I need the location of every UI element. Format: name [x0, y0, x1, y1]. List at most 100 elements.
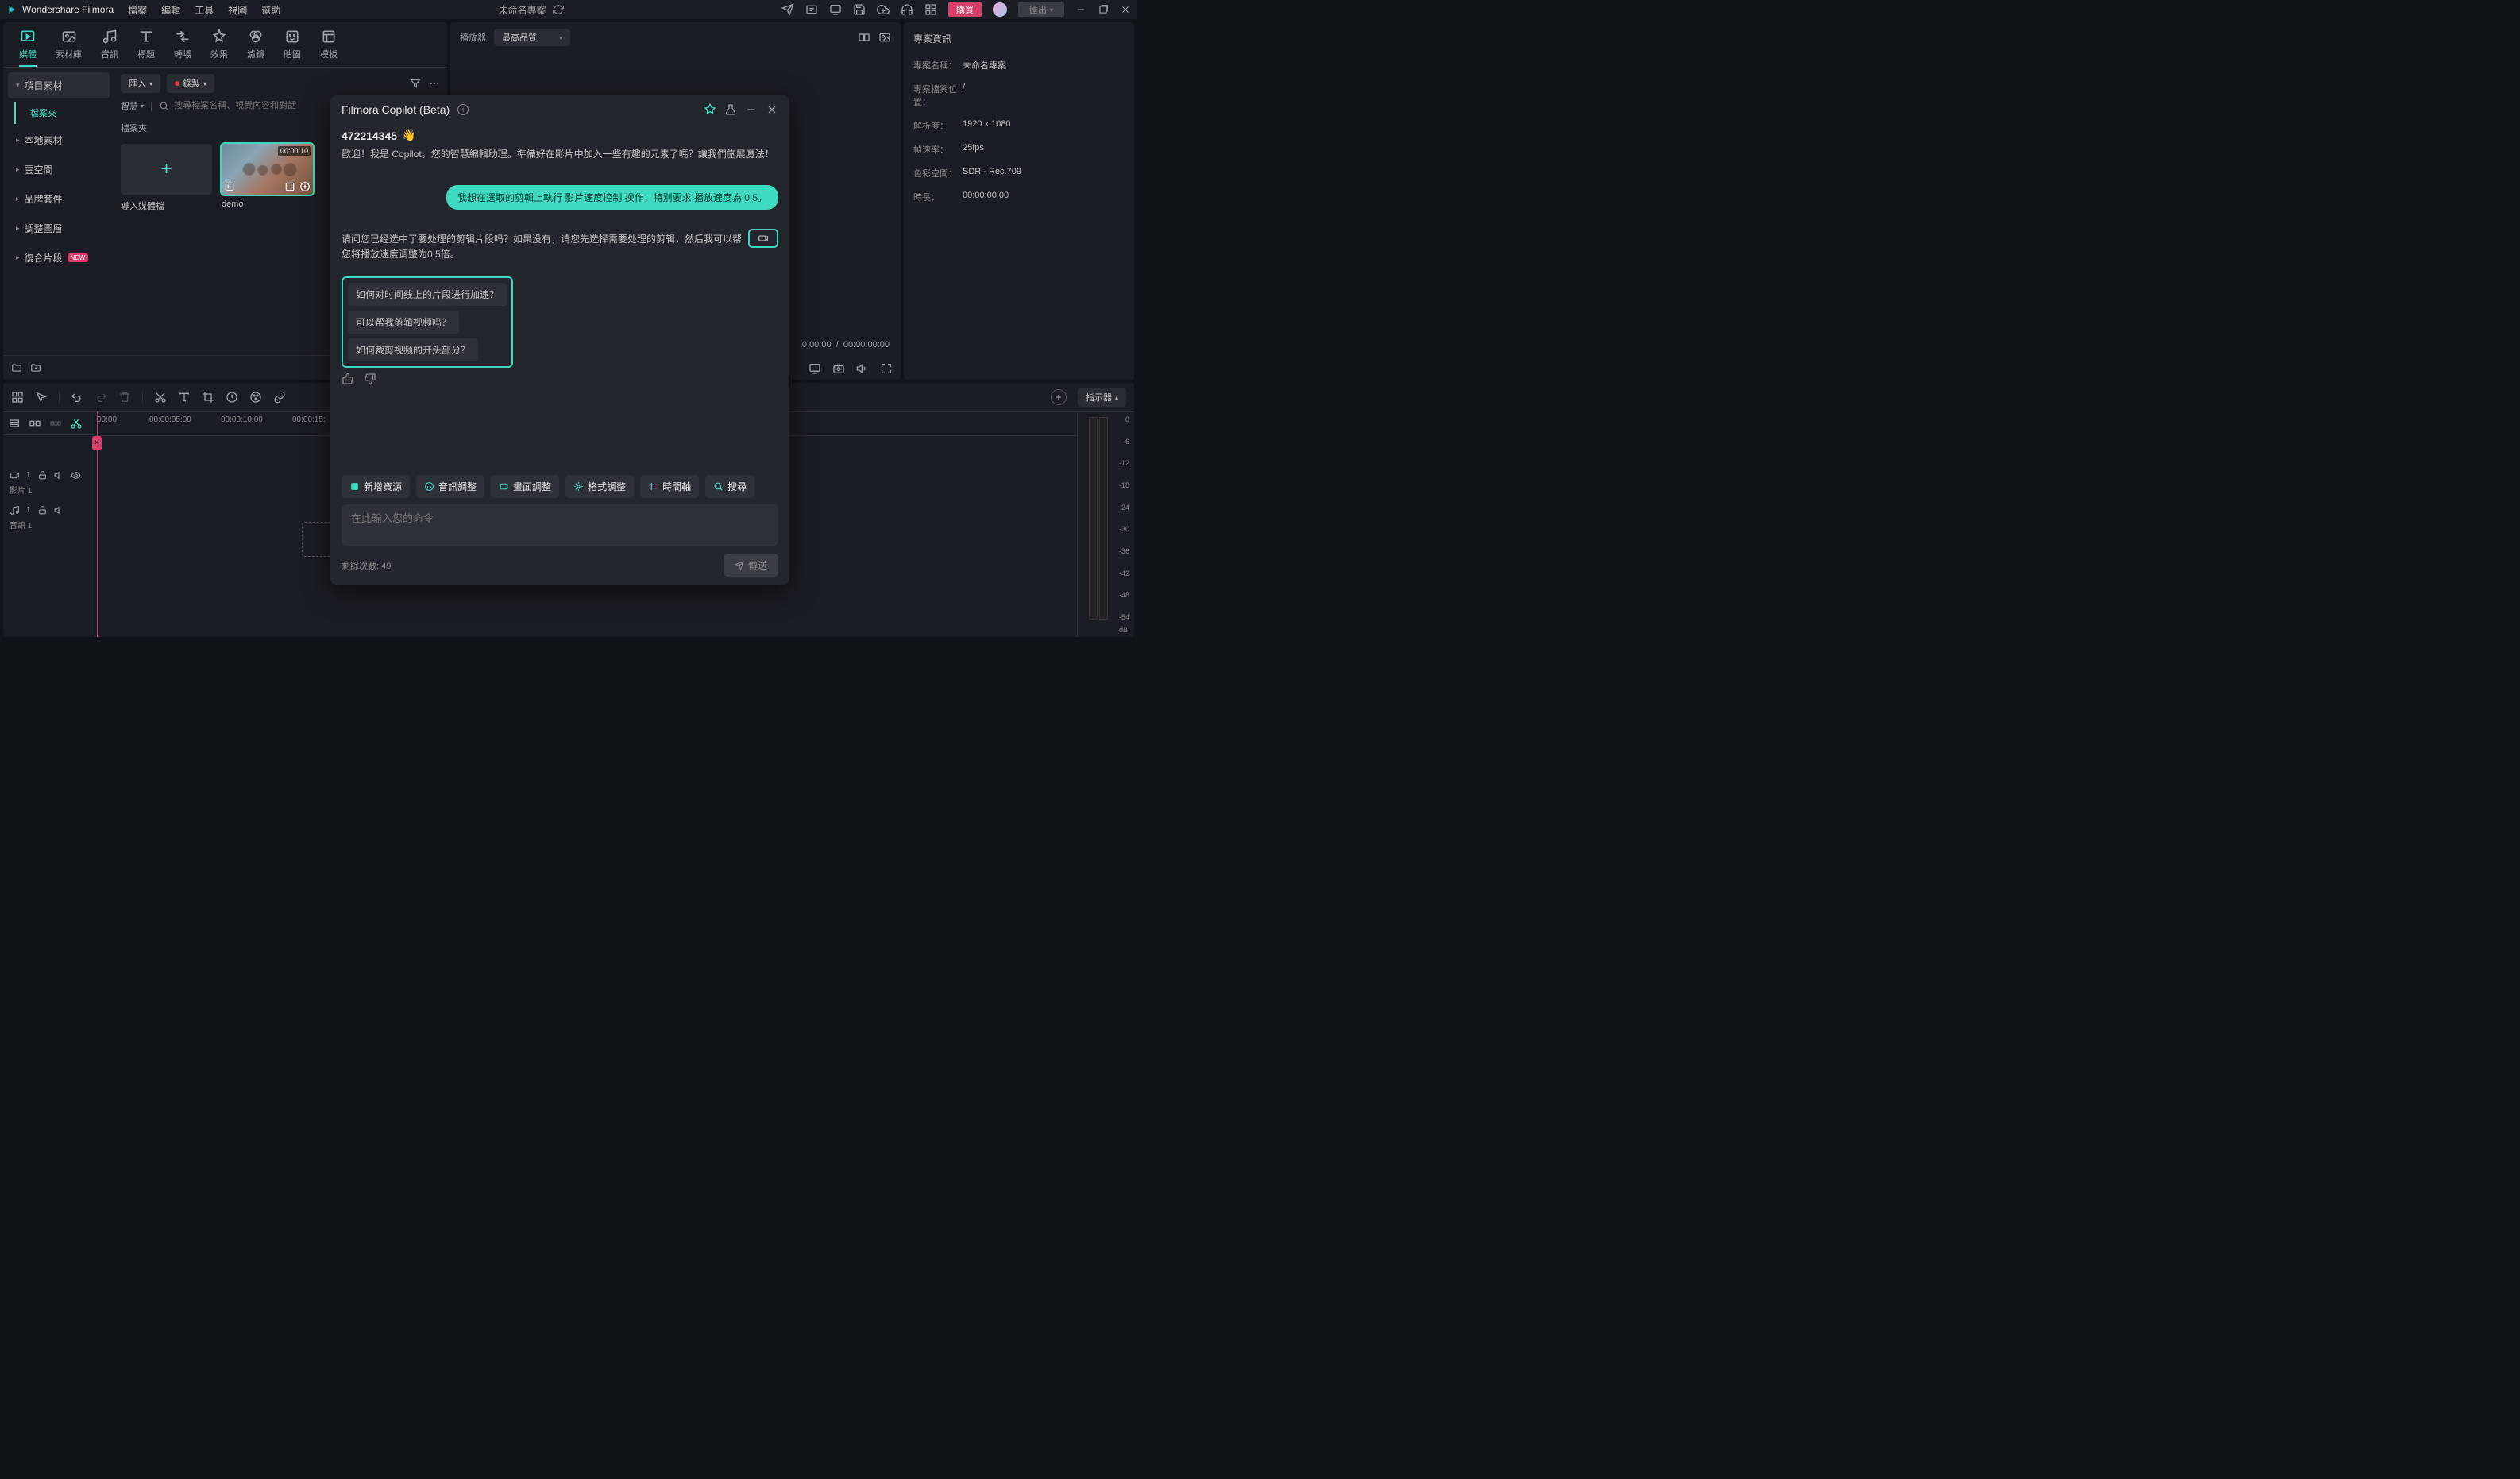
filter-icon[interactable]: [409, 77, 422, 90]
save-icon[interactable]: [853, 3, 866, 16]
sidebar-project-media[interactable]: ▾項目素材: [8, 72, 110, 98]
record-button[interactable]: 錄製▾: [167, 74, 214, 93]
video-track-header: 1 影片 1: [3, 465, 95, 500]
chip-timeline[interactable]: 時間軸: [640, 475, 699, 498]
chip-add-resource[interactable]: 新增資源: [342, 475, 410, 498]
visible-icon[interactable]: [71, 470, 81, 481]
user-avatar[interactable]: [993, 2, 1007, 17]
clip-end-icon[interactable]: [284, 181, 295, 192]
menu-help[interactable]: 幫助: [261, 3, 280, 17]
buy-button[interactable]: 購買: [948, 2, 982, 17]
grid-icon[interactable]: [924, 3, 937, 16]
tab-audio[interactable]: 音訊: [101, 29, 118, 67]
pin-icon[interactable]: [704, 103, 716, 116]
folder-icon[interactable]: [11, 362, 22, 373]
mute-icon[interactable]: [54, 470, 64, 481]
volume-icon[interactable]: [856, 362, 869, 375]
screen-icon[interactable]: [829, 3, 842, 16]
indicator-dropdown[interactable]: 指示器▴: [1078, 388, 1126, 407]
thumbs-up-icon[interactable]: [342, 373, 354, 385]
audio-track-icon[interactable]: [10, 505, 20, 516]
fullscreen-icon[interactable]: [880, 362, 893, 375]
tab-template[interactable]: 模板: [320, 29, 338, 67]
crop-icon[interactable]: [202, 391, 214, 404]
try-action-button[interactable]: [748, 229, 778, 248]
chip-visual[interactable]: 畫面調整: [491, 475, 559, 498]
minimize-icon[interactable]: [1075, 4, 1086, 15]
tab-filter[interactable]: 濾鏡: [247, 29, 264, 67]
lab-icon[interactable]: [724, 103, 737, 116]
copilot-close-icon[interactable]: [766, 103, 778, 116]
undo-icon[interactable]: [71, 391, 83, 404]
chip-search[interactable]: 搜尋: [705, 475, 754, 498]
clip-add-icon[interactable]: [299, 181, 311, 192]
help-icon[interactable]: i: [457, 104, 469, 115]
link-icon[interactable]: [273, 391, 286, 404]
playhead[interactable]: [97, 412, 98, 637]
tab-stock[interactable]: 素材庫: [56, 29, 82, 67]
redo-icon[interactable]: [95, 391, 107, 404]
compare-icon[interactable]: [858, 31, 870, 44]
tl-mode-2-icon[interactable]: [29, 417, 41, 430]
sidebar-adjust[interactable]: ▸調整圖層: [8, 215, 110, 241]
tab-effect[interactable]: 效果: [210, 29, 228, 67]
tab-transition[interactable]: 轉場: [174, 29, 191, 67]
new-folder-icon[interactable]: [30, 362, 41, 373]
menu-tools[interactable]: 工具: [195, 3, 214, 17]
thumbs-down-icon[interactable]: [364, 373, 376, 385]
delete-icon[interactable]: [118, 391, 131, 404]
cut-icon[interactable]: [154, 391, 167, 404]
copilot-input[interactable]: [351, 512, 769, 524]
image-layout-icon[interactable]: [878, 31, 891, 44]
speed-icon[interactable]: [226, 391, 238, 404]
copilot-minimize-icon[interactable]: [745, 103, 758, 116]
maximize-icon[interactable]: [1098, 4, 1109, 15]
message-icon[interactable]: [805, 3, 818, 16]
lock-icon[interactable]: [37, 470, 48, 481]
tab-title[interactable]: 標題: [137, 29, 155, 67]
display-icon[interactable]: [808, 362, 821, 375]
import-button[interactable]: 匯入▾: [121, 74, 160, 93]
media-clip-demo[interactable]: 00:00:10: [222, 144, 313, 195]
sidebar-folder[interactable]: 檔案夾: [14, 102, 110, 124]
text-icon[interactable]: [178, 391, 191, 404]
clip-start-icon[interactable]: [224, 181, 235, 192]
color-icon[interactable]: [249, 391, 262, 404]
audio-mute-icon[interactable]: [54, 505, 64, 516]
close-icon[interactable]: [1120, 4, 1131, 15]
cursor-icon[interactable]: [35, 391, 48, 404]
cloud-icon[interactable]: [877, 3, 890, 16]
suggestion-chip[interactable]: 如何对时间线上的片段进行加速？: [348, 283, 507, 306]
sidebar-brand[interactable]: ▸品牌套件: [8, 186, 110, 212]
menu-view[interactable]: 視圖: [228, 3, 247, 17]
video-track-icon[interactable]: [10, 470, 20, 481]
export-button[interactable]: 匯出▾: [1018, 2, 1064, 17]
sidebar-composite[interactable]: ▸復合片段NEW: [8, 245, 110, 271]
send-button[interactable]: 傳送: [724, 554, 778, 577]
tab-sticker[interactable]: 貼圖: [284, 29, 301, 67]
send-icon[interactable]: [781, 3, 794, 16]
audio-chip-icon: [424, 481, 434, 492]
layout-icon[interactable]: [11, 391, 24, 404]
add-track-button[interactable]: +: [1051, 389, 1067, 405]
headphones-icon[interactable]: [901, 3, 913, 16]
tl-mode-1-icon[interactable]: [8, 417, 21, 430]
chip-format[interactable]: 格式調整: [565, 475, 634, 498]
audio-lock-icon[interactable]: [37, 505, 48, 516]
more-icon[interactable]: [428, 77, 441, 90]
snapshot-icon[interactable]: [832, 362, 845, 375]
chip-audio[interactable]: 音訊調整: [416, 475, 484, 498]
import-media-button[interactable]: +: [121, 144, 212, 195]
menu-file[interactable]: 檔案: [128, 3, 147, 17]
tab-media[interactable]: 媒體: [19, 29, 37, 67]
smart-search-dropdown[interactable]: 智慧▾: [121, 99, 144, 112]
suggestion-chip[interactable]: 如何裁剪视频的开头部分？: [348, 338, 478, 361]
tl-mode-4-icon[interactable]: [70, 417, 83, 430]
menu-edit[interactable]: 編輯: [161, 3, 180, 17]
sidebar-local[interactable]: ▸本地素材: [8, 127, 110, 153]
suggestion-chip[interactable]: 可以帮我剪辑视频吗？: [348, 311, 459, 334]
sidebar-cloud[interactable]: ▸雲空間: [8, 156, 110, 183]
quality-dropdown[interactable]: 最高品質▾: [494, 29, 570, 46]
refresh-icon[interactable]: [553, 4, 564, 15]
tl-mode-3-icon[interactable]: [49, 417, 62, 430]
